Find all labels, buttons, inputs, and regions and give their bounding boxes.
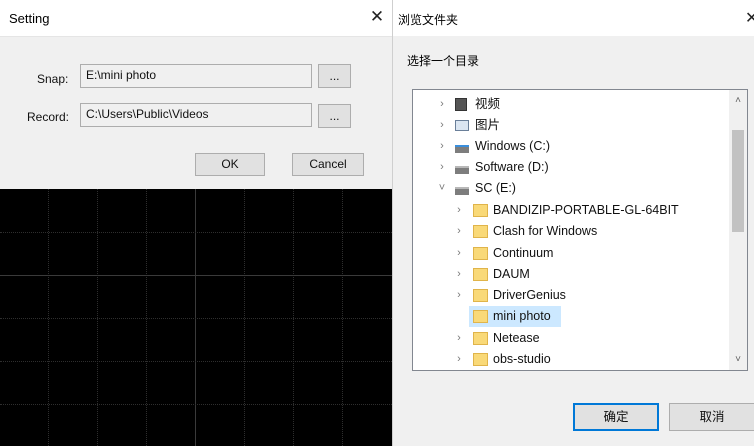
- chevron-right-icon[interactable]: ›: [454, 243, 464, 264]
- tree-item[interactable]: › DriverGenius: [413, 285, 733, 306]
- chevron-right-icon[interactable]: ›: [454, 328, 464, 349]
- chevron-right-icon[interactable]: ›: [454, 349, 464, 370]
- chevron-right-icon[interactable]: ›: [454, 285, 464, 306]
- tree-item[interactable]: › Clash for Windows: [413, 221, 733, 242]
- video-folder-icon: [455, 98, 467, 111]
- setting-body: Snap: E:\mini photo ... Record: C:\Users…: [0, 37, 392, 189]
- tree-item-label: DAUM: [493, 267, 530, 281]
- chevron-right-icon[interactable]: ›: [437, 157, 447, 178]
- grid-line: [0, 232, 392, 233]
- browse-cancel-button[interactable]: 取消: [669, 403, 754, 431]
- snap-label: Snap:: [37, 72, 69, 86]
- tree-item-label: Software (D:): [475, 160, 549, 174]
- record-label: Record:: [27, 110, 70, 124]
- browse-ok-button[interactable]: 确定: [573, 403, 659, 431]
- picture-folder-icon: [455, 120, 469, 131]
- record-path-field[interactable]: C:\Users\Public\Videos: [80, 103, 312, 127]
- tree-item[interactable]: mini photo: [469, 306, 561, 327]
- tree-item-label: mini photo: [493, 309, 551, 323]
- preview-grid-area: [0, 189, 392, 446]
- chevron-right-icon[interactable]: ›: [437, 94, 447, 115]
- tree-scrollbar[interactable]: ˄ ˅: [729, 90, 747, 370]
- scroll-down-icon[interactable]: ˅: [729, 351, 747, 368]
- folder-icon: [473, 353, 488, 366]
- chevron-right-icon[interactable]: ›: [454, 264, 464, 285]
- chevron-right-icon[interactable]: ›: [454, 200, 464, 221]
- scroll-thumb[interactable]: [732, 130, 744, 232]
- tree-item-label: 视频: [475, 97, 501, 111]
- browse-title: 浏览文件夹: [398, 13, 459, 27]
- folder-icon: [473, 289, 488, 302]
- folder-icon: [473, 332, 488, 345]
- tree-item[interactable]: › obs-studio: [413, 349, 733, 370]
- grid-line: [0, 275, 392, 276]
- chevron-down-icon[interactable]: ˅: [437, 178, 447, 199]
- tree-item[interactable]: › DAUM: [413, 264, 733, 285]
- chevron-right-icon[interactable]: ›: [437, 136, 447, 157]
- tree-item-label: Windows (C:): [475, 139, 551, 153]
- tree-item-label: 图片: [475, 118, 501, 132]
- tree-item-label: BANDIZIP-PORTABLE-GL-64BIT: [493, 203, 679, 217]
- ok-button[interactable]: OK: [195, 153, 265, 176]
- folder-icon: [473, 268, 488, 281]
- tree-item[interactable]: ˅ SC (E:): [413, 178, 733, 199]
- tree-item[interactable]: › Continuum: [413, 243, 733, 264]
- windows-drive-icon: [455, 145, 469, 153]
- tree-item-label: obs-studio: [493, 352, 551, 366]
- browse-titlebar: 浏览文件夹 ✕: [393, 0, 754, 36]
- tree-item-label: Clash for Windows: [493, 224, 598, 238]
- setting-close-icon[interactable]: ✕: [366, 6, 388, 28]
- tree-item[interactable]: › 视频: [413, 94, 733, 115]
- folder-tree[interactable]: › obs-studio › Netease mini photo › DriverGeni…: [412, 89, 748, 371]
- tree-item-label: SC (E:): [475, 181, 516, 195]
- setting-titlebar: Setting ✕: [0, 0, 392, 37]
- setting-dialog: Setting ✕ Snap: E:\mini photo ... Record…: [0, 0, 392, 446]
- tree-item-label: Netease: [493, 331, 540, 345]
- drive-icon: [455, 166, 469, 174]
- drive-icon: [455, 187, 469, 195]
- folder-icon: [473, 310, 488, 323]
- chevron-right-icon[interactable]: ›: [437, 115, 447, 136]
- grid-line: [0, 318, 392, 319]
- browse-folder-dialog: 浏览文件夹 ✕ 选择一个目录 › obs-studio › Netease mini p…: [392, 0, 754, 446]
- grid-line: [0, 404, 392, 405]
- browse-close-icon[interactable]: ✕: [745, 8, 754, 28]
- tree-item[interactable]: › BANDIZIP-PORTABLE-GL-64BIT: [413, 200, 733, 221]
- chevron-right-icon[interactable]: [454, 306, 464, 327]
- folder-icon: [473, 204, 488, 217]
- tree-item-label: Continuum: [493, 246, 554, 260]
- cancel-button[interactable]: Cancel: [292, 153, 364, 176]
- setting-title: Setting: [9, 11, 50, 26]
- tree-item-label: DriverGenius: [493, 288, 566, 302]
- snap-browse-button[interactable]: ...: [318, 64, 351, 88]
- folder-icon: [473, 247, 488, 260]
- browse-prompt: 选择一个目录: [407, 54, 480, 68]
- folder-icon: [473, 225, 488, 238]
- tree-item[interactable]: › 图片: [413, 115, 733, 136]
- tree-item[interactable]: › Software (D:): [413, 157, 733, 178]
- record-browse-button[interactable]: ...: [318, 104, 351, 128]
- grid-line: [0, 361, 392, 362]
- snap-path-field[interactable]: E:\mini photo: [80, 64, 312, 88]
- chevron-right-icon[interactable]: ›: [454, 221, 464, 242]
- tree-item[interactable]: › Windows (C:): [413, 136, 733, 157]
- tree-item[interactable]: › Netease: [413, 328, 733, 349]
- scroll-up-icon[interactable]: ˄: [729, 92, 747, 109]
